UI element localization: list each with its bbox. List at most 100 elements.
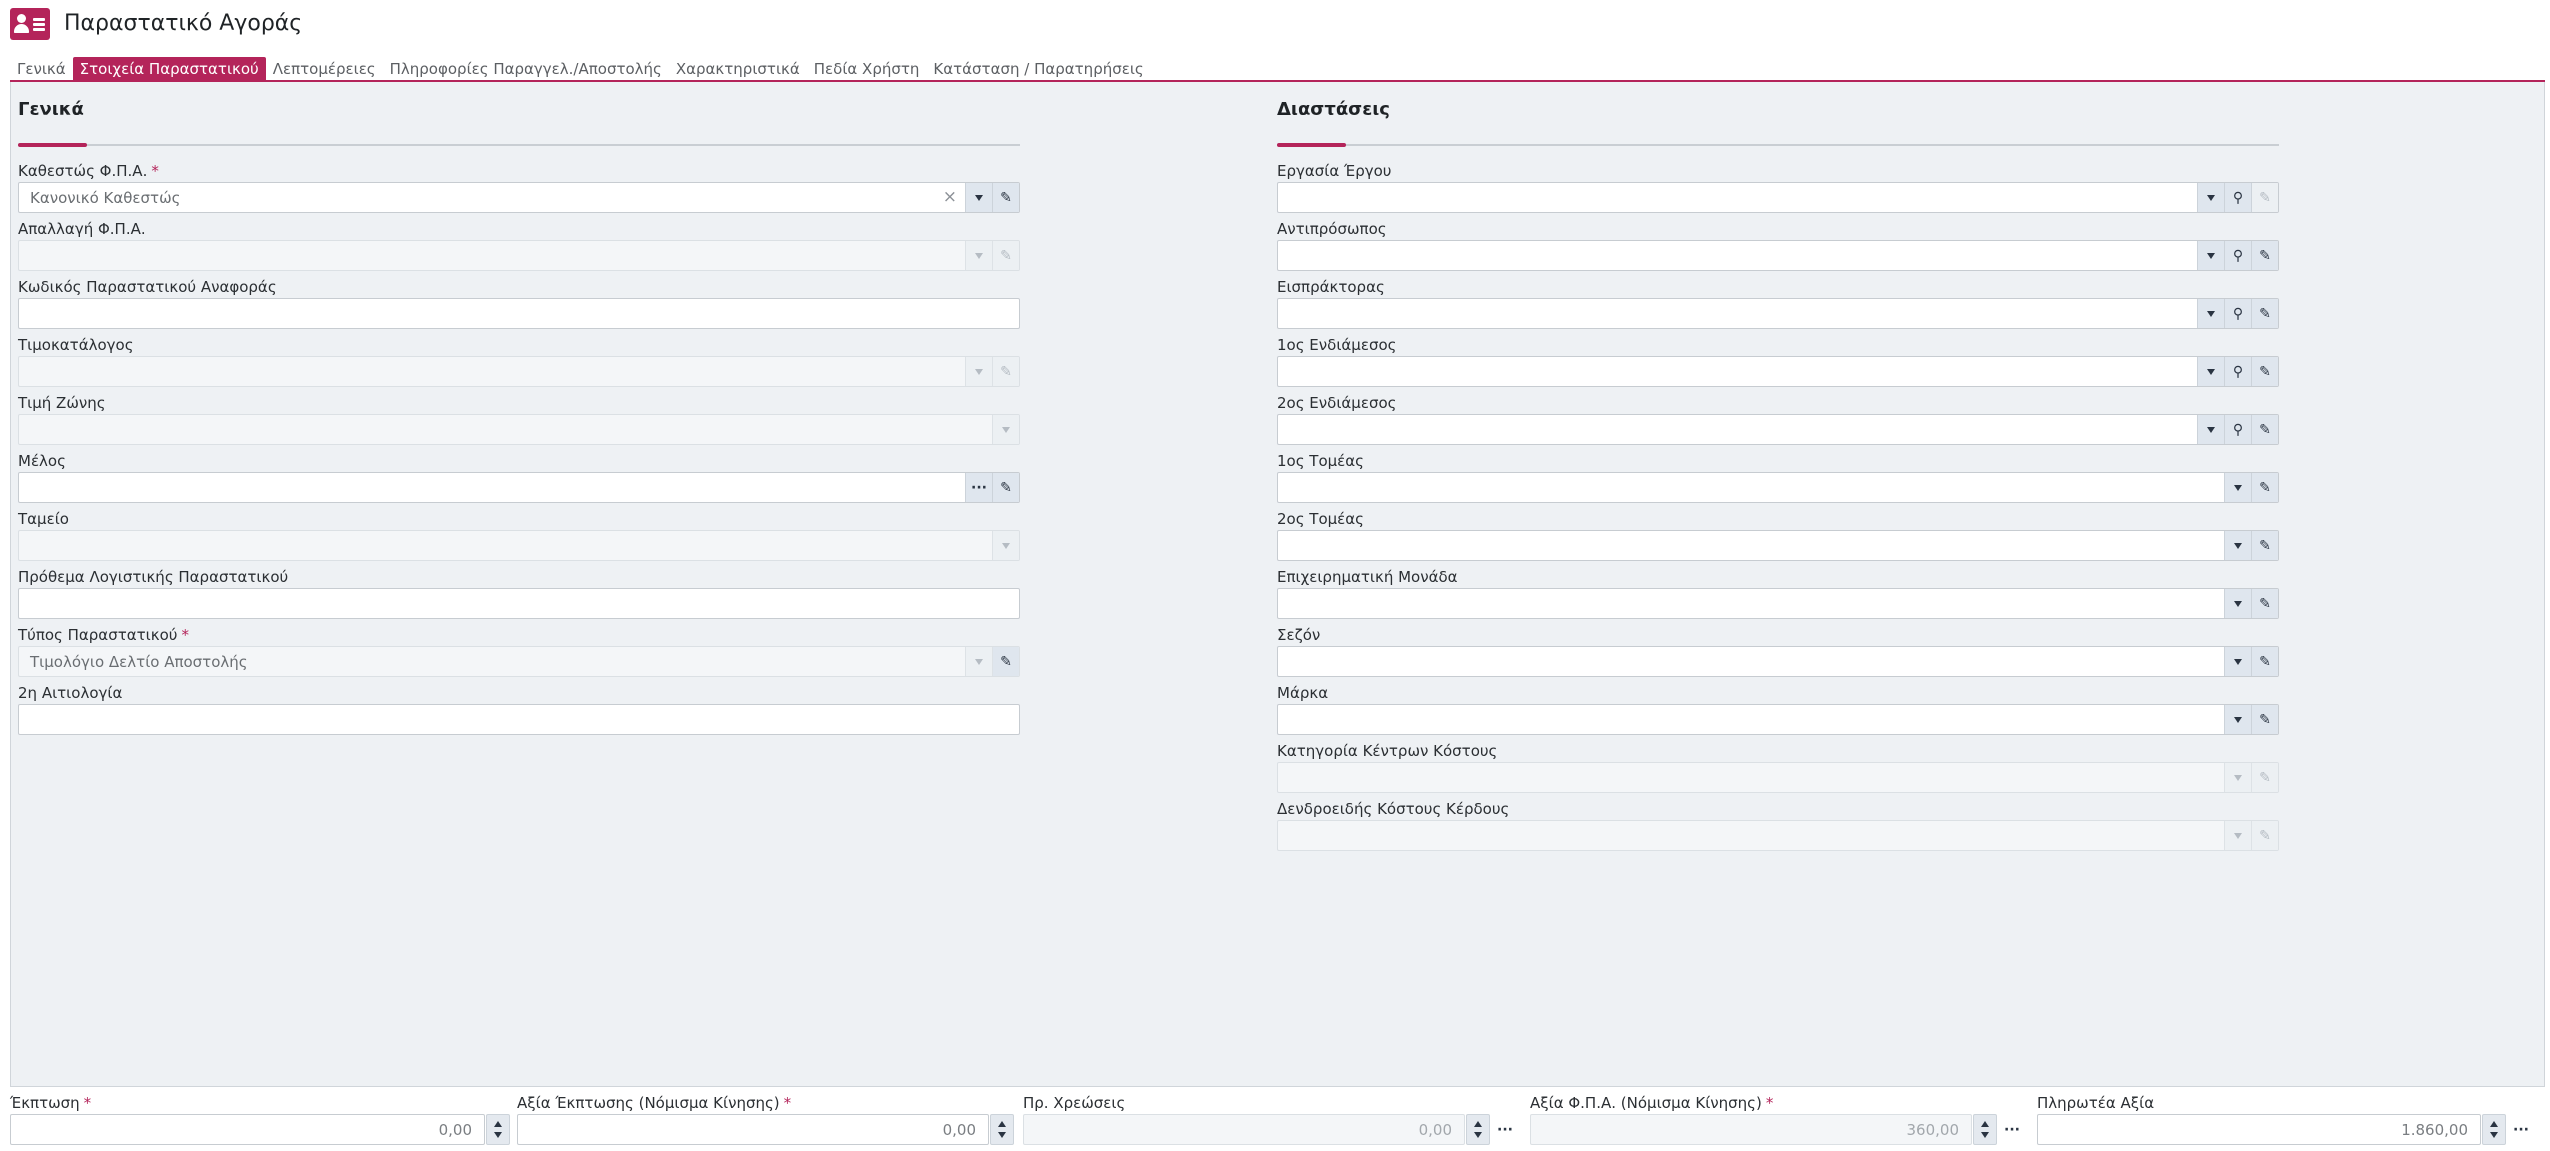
more-options-icon[interactable]: ··· [2509, 1114, 2533, 1145]
member-field: Μέλος ··· ✎ [18, 452, 1020, 510]
chevron-down-icon[interactable] [2224, 531, 2251, 560]
section-title: Γενικά [18, 99, 84, 120]
brand-select[interactable]: ✎ [1277, 704, 2279, 735]
season-select[interactable]: ✎ [1277, 646, 2279, 677]
discount-value: 0,00 [438, 1121, 472, 1139]
edit-pencil-icon[interactable]: ✎ [992, 241, 1019, 270]
stepper-icon[interactable] [1466, 1114, 1490, 1145]
discount-amount-input[interactable]: 0,00 [517, 1114, 989, 1145]
search-icon[interactable]: ⚲ [2224, 415, 2251, 444]
stepper-icon[interactable] [486, 1114, 510, 1145]
chevron-down-icon[interactable] [2197, 241, 2224, 270]
member-input[interactable]: ··· ✎ [18, 472, 1020, 503]
edit-pencil-icon[interactable]: ✎ [2251, 299, 2278, 328]
chevron-down-icon[interactable] [2197, 183, 2224, 212]
vat-amount-input[interactable]: 360,00 [1530, 1114, 1972, 1145]
vat-amount-value: 360,00 [1906, 1121, 1960, 1139]
clear-icon[interactable]: × [943, 187, 957, 207]
chevron-down-icon[interactable] [965, 183, 992, 212]
chevron-down-icon[interactable] [2224, 705, 2251, 734]
dimensions-section: Διαστάσεις Εργασία Έργου ⚲ ✎ Αντιπρόσωπο… [1277, 97, 2279, 851]
chevron-down-icon[interactable] [2224, 473, 2251, 502]
chevron-down-icon[interactable] [992, 415, 1019, 444]
tab-status-notes[interactable]: Κατάσταση / Παρατηρήσεις [926, 57, 1150, 81]
payable-amount-input[interactable]: 1.860,00 [2037, 1114, 2481, 1145]
edit-pencil-icon[interactable]: ✎ [2251, 183, 2278, 212]
vat-exemption-select[interactable]: ✎ [18, 240, 1020, 271]
second-intermediary-select[interactable]: ⚲ ✎ [1277, 414, 2279, 445]
tab-user-fields[interactable]: Πεδία Χρήστη [807, 57, 927, 81]
edit-pencil-icon[interactable]: ✎ [2251, 705, 2278, 734]
business-unit-select[interactable]: ✎ [1277, 588, 2279, 619]
project-task-select[interactable]: ⚲ ✎ [1277, 182, 2279, 213]
search-icon[interactable]: ⚲ [2224, 357, 2251, 386]
first-sector-select[interactable]: ✎ [1277, 472, 2279, 503]
edit-pencil-icon[interactable]: ✎ [992, 183, 1019, 212]
vat-regime-field: Καθεστώς Φ.Π.Α. * Κανονικό Καθεστώς × ✎ [18, 162, 1020, 220]
tab-general[interactable]: Γενικά [10, 57, 73, 81]
edit-pencil-icon[interactable]: ✎ [2251, 531, 2278, 560]
cost-center-category-select[interactable]: ✎ [1277, 762, 2279, 793]
tab-characteristics[interactable]: Χαρακτηριστικά [669, 57, 807, 81]
chevron-down-icon[interactable] [965, 357, 992, 386]
tab-order-shipping-info[interactable]: Πληροφορίες Παραγγελ./Αποστολής [383, 57, 669, 81]
edit-pencil-icon[interactable]: ✎ [2251, 473, 2278, 502]
more-options-icon[interactable]: ··· [965, 473, 992, 502]
chevron-down-icon[interactable] [992, 531, 1019, 560]
accounting-prefix-label: Πρόθεμα Λογιστικής Παραστατικού [18, 568, 289, 586]
accounting-prefix-input[interactable] [18, 588, 1020, 619]
edit-pencil-icon[interactable]: ✎ [2251, 241, 2278, 270]
edit-pencil-icon[interactable]: ✎ [2251, 763, 2278, 792]
vat-regime-value: Κανονικό Καθεστώς [30, 189, 181, 207]
edit-pencil-icon[interactable]: ✎ [2251, 647, 2278, 676]
other-charges-input[interactable]: 0,00 [1023, 1114, 1465, 1145]
field-label: Καθεστώς Φ.Π.Α. * [18, 162, 159, 180]
search-icon[interactable]: ⚲ [2224, 299, 2251, 328]
second-sector-field: 2ος Τομέας ✎ [1277, 510, 2279, 568]
more-options-icon[interactable]: ··· [1493, 1114, 1517, 1145]
chevron-down-icon[interactable] [2224, 821, 2251, 850]
edit-pencil-icon[interactable]: ✎ [2251, 821, 2278, 850]
collector-select[interactable]: ⚲ ✎ [1277, 298, 2279, 329]
edit-pencil-icon[interactable]: ✎ [992, 473, 1019, 502]
chevron-down-icon[interactable] [965, 647, 992, 676]
chevron-down-icon[interactable] [2224, 647, 2251, 676]
edit-pencil-icon[interactable]: ✎ [2251, 415, 2278, 444]
zone-price-select[interactable] [18, 414, 1020, 445]
general-section: Γενικά Καθεστώς Φ.Π.Α. * Κανονικό Καθεστώ… [18, 97, 1020, 735]
stepper-icon[interactable] [2482, 1114, 2506, 1145]
business-unit-label: Επιχειρηματική Μονάδα [1277, 568, 1458, 586]
tab-document-details[interactable]: Στοιχεία Παραστατικού [72, 57, 266, 81]
price-list-select[interactable]: ✎ [18, 356, 1020, 387]
search-icon[interactable]: ⚲ [2224, 183, 2251, 212]
cash-register-select[interactable] [18, 530, 1020, 561]
stepper-icon[interactable] [990, 1114, 1014, 1145]
edit-pencil-icon[interactable]: ✎ [992, 357, 1019, 386]
second-reason-input[interactable] [18, 704, 1020, 735]
discount-input[interactable]: 0,00 [10, 1114, 485, 1145]
chevron-down-icon[interactable] [2224, 589, 2251, 618]
reference-document-code-input[interactable] [18, 298, 1020, 329]
vat-amount-total: Αξία Φ.Π.Α. (Νόμισμα Κίνησης) * 360,00 ··… [1530, 1094, 2030, 1148]
search-icon[interactable]: ⚲ [2224, 241, 2251, 270]
chevron-down-icon[interactable] [2197, 415, 2224, 444]
chevron-down-icon[interactable] [2197, 357, 2224, 386]
edit-pencil-icon[interactable]: ✎ [2251, 589, 2278, 618]
representative-select[interactable]: ⚲ ✎ [1277, 240, 2279, 271]
edit-pencil-icon[interactable]: ✎ [992, 647, 1019, 676]
document-type-select[interactable]: Τιμολόγιο Δελτίο Αποστολής ✎ [18, 646, 1020, 677]
edit-pencil-icon[interactable]: ✎ [2251, 357, 2278, 386]
cost-profit-tree-select[interactable]: ✎ [1277, 820, 2279, 851]
vat-regime-select[interactable]: Κανονικό Καθεστώς × ✎ [18, 182, 1020, 213]
chevron-down-icon[interactable] [965, 241, 992, 270]
chevron-down-icon[interactable] [2224, 763, 2251, 792]
stepper-icon[interactable] [1973, 1114, 1997, 1145]
more-options-icon[interactable]: ··· [2000, 1114, 2024, 1145]
second-sector-select[interactable]: ✎ [1277, 530, 2279, 561]
chevron-down-icon[interactable] [2197, 299, 2224, 328]
second-intermediary-field: 2ος Ενδιάμεσος ⚲ ✎ [1277, 394, 2279, 452]
discount-label: Έκπτωση [10, 1094, 80, 1112]
first-intermediary-select[interactable]: ⚲ ✎ [1277, 356, 2279, 387]
tab-line-details[interactable]: Λεπτομέρειες [266, 57, 383, 81]
project-task-field: Εργασία Έργου ⚲ ✎ [1277, 162, 2279, 220]
